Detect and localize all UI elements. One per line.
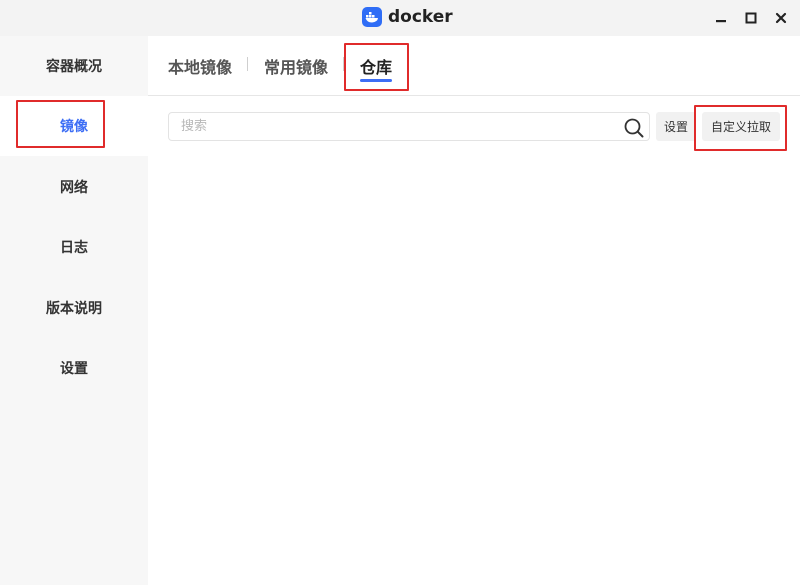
settings-button[interactable]: 设置 — [656, 112, 696, 141]
close-icon[interactable] — [772, 9, 790, 27]
sidebar-item-logs[interactable]: 日志 — [0, 217, 148, 277]
docker-icon — [362, 7, 382, 27]
tab-local-images[interactable]: 本地镜像 — [168, 54, 232, 78]
app-name: docker — [388, 7, 453, 27]
tab-common-images[interactable]: 常用镜像 — [264, 54, 328, 78]
window-controls — [712, 9, 790, 27]
sidebar-item-release-notes[interactable]: 版本说明 — [0, 278, 148, 338]
sidebar-item-settings[interactable]: 设置 — [0, 338, 148, 398]
sidebar-item-label: 镜像 — [60, 119, 88, 135]
search-input[interactable] — [181, 113, 611, 140]
tab-divider — [247, 57, 248, 71]
sidebar-item-network[interactable]: 网络 — [0, 157, 148, 217]
tab-bar: 本地镜像 常用镜像 仓库 — [148, 36, 800, 96]
search-box[interactable] — [168, 112, 650, 141]
main-panel: 本地镜像 常用镜像 仓库 设置 自定义拉取 — [148, 36, 800, 585]
tab-divider — [343, 57, 344, 71]
maximize-icon[interactable] — [742, 9, 760, 27]
sidebar-item-images[interactable]: 镜像 — [0, 96, 148, 156]
custom-pull-button[interactable]: 自定义拉取 — [702, 112, 780, 141]
sidebar-item-label: 容器概况 — [46, 59, 102, 75]
sidebar-item-label: 日志 — [60, 240, 88, 256]
minimize-icon[interactable] — [712, 9, 730, 27]
active-tab-indicator — [360, 79, 392, 82]
sidebar-item-label: 版本说明 — [46, 301, 102, 317]
sidebar-item-label: 设置 — [60, 361, 88, 377]
sidebar: 容器概况 镜像 网络 日志 版本说明 设置 — [0, 36, 148, 585]
app-title: docker — [362, 5, 453, 29]
sidebar-item-label: 网络 — [60, 180, 88, 196]
tab-repository[interactable]: 仓库 — [360, 54, 392, 78]
search-icon[interactable] — [623, 117, 645, 139]
title-bar: docker — [0, 0, 800, 36]
sidebar-item-container-overview[interactable]: 容器概况 — [0, 36, 148, 96]
